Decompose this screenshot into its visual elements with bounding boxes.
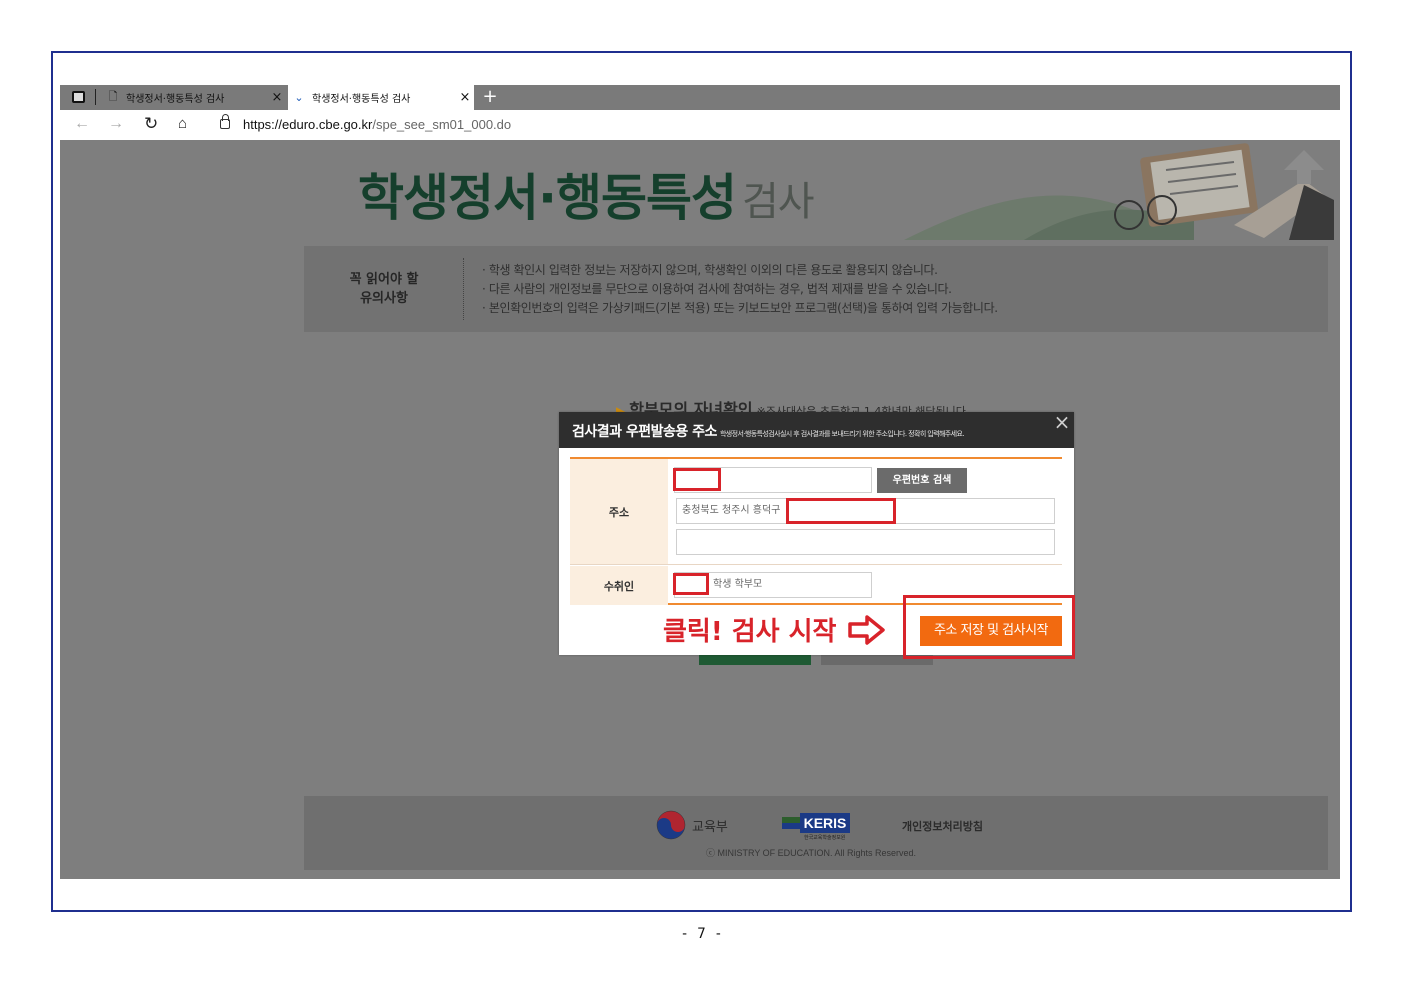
zip-search-button[interactable]: 우편번호 검색 <box>877 468 967 493</box>
modal-subtitle: 학생정서·행동특성검사실시 후 검사결과를 보내드리기 위한 주소입니다. 정확… <box>719 430 965 438</box>
privacy-policy-link[interactable]: 개인정보처리방침 <box>902 818 983 834</box>
click-start-annotation: 클릭! 검사 시작 <box>663 617 837 647</box>
browser-tabstrip: 🗋 학생정서·행동특성 검사 × ⌄ 학생정서·행동특성 검사 × + <box>60 85 1340 110</box>
tab-title: 학생정서·행동특성 검사 <box>126 94 225 105</box>
moe-label: 교육부 <box>692 819 728 835</box>
reload-icon[interactable]: ↻ <box>144 115 158 133</box>
redaction-box-address <box>786 498 896 524</box>
bird-favicon-icon: ⌄ <box>294 91 304 104</box>
keris-flag-icon <box>782 817 802 829</box>
document-icon: 🗋 <box>108 90 118 103</box>
url-path: /spe_see_sm01_000.do <box>372 117 512 132</box>
modal-title: 검사결과 우편발송용 주소 학생정서·행동특성검사실시 후 검사결과를 보내드리기… <box>572 421 965 441</box>
browser-tab-2[interactable]: ⌄ 학생정서·행동특성 검사 × <box>288 85 474 110</box>
page-footer: 교육부 KERIS 한국교육학술정보원 개인정보처리방침 ⓒ MINISTRY … <box>304 796 1328 870</box>
notice-item: · 본인확인번호의 입력은 가상키패드(기본 적용) 또는 키보드보안 프로그램… <box>482 301 998 315</box>
taegeuk-logo-icon <box>656 810 686 840</box>
url-field[interactable]: https://eduro.cbe.go.kr/spe_see_sm01_000… <box>243 117 511 132</box>
browser-tab-1[interactable]: 🗋 학생정서·행동특성 검사 × <box>102 85 286 110</box>
right-arrow-icon <box>848 615 885 645</box>
button-highlight-box <box>903 595 1075 659</box>
redaction-box-zip <box>673 468 721 491</box>
close-icon[interactable]: × <box>1053 412 1071 432</box>
page-title-bold: 학생정서·행동특성 <box>358 169 737 227</box>
redaction-box-recipient <box>673 573 709 595</box>
address-line2-input[interactable] <box>676 529 1055 555</box>
page-title: 학생정서·행동특성 검사 <box>358 158 815 230</box>
browser-addressbar: ← → ↻ ⌂ https://eduro.cbe.go.kr/spe_see_… <box>60 110 1340 140</box>
page-header: 학생정서·행동특성 검사 <box>304 140 1334 240</box>
clipboard-illustration-icon <box>904 143 1334 240</box>
modal-header: 검사결과 우편발송용 주소 학생정서·행동특성검사실시 후 검사결과를 보내드리기… <box>559 412 1074 448</box>
keris-label: KERIS <box>800 813 850 833</box>
lock-icon[interactable] <box>220 114 230 129</box>
moe-logo[interactable]: 교육부 <box>656 810 728 840</box>
notice-list: · 학생 확인시 입력한 정보는 저장하지 않으며, 학생확인 이외의 다른 용… <box>482 261 998 318</box>
copyright-text: ⓒ MINISTRY OF EDUCATION. All Rights Rese… <box>706 848 917 858</box>
forward-icon[interactable]: → <box>108 115 124 133</box>
modal-title-text: 검사결과 우편발송용 주소 <box>572 424 717 440</box>
page-title-light: 검사 <box>742 179 815 225</box>
notice-heading-line1: 꼭 읽어야 할 <box>349 272 419 287</box>
tab-title: 학생정서·행동특성 검사 <box>312 94 411 105</box>
keris-sublabel: 한국교육학술정보원 <box>804 835 846 841</box>
notice-divider <box>463 258 464 320</box>
page-number: - 7 - <box>680 926 723 942</box>
notice-item: · 학생 확인시 입력한 정보는 저장하지 않으며, 학생확인 이외의 다른 용… <box>482 263 938 277</box>
back-icon[interactable]: ← <box>74 115 90 133</box>
notice-heading: 꼭 읽어야 할 유의사항 <box>304 246 464 332</box>
home-icon[interactable]: ⌂ <box>178 115 187 133</box>
notice-heading-line2: 유의사항 <box>360 291 408 306</box>
tab-actions-icon[interactable] <box>72 91 85 103</box>
url-host: https://eduro.cbe.go.kr <box>243 117 373 132</box>
new-tab-button[interactable]: + <box>480 85 500 110</box>
keris-logo[interactable]: KERIS 한국교육학술정보원 <box>782 811 860 845</box>
address-label: 주소 <box>570 459 668 564</box>
tab-separator <box>95 89 96 105</box>
notice-box: 꼭 읽어야 할 유의사항 · 학생 확인시 입력한 정보는 저장하지 않으며, … <box>304 246 1328 332</box>
recipient-value: 학생 학부모 <box>713 579 763 590</box>
close-tab-icon[interactable]: × <box>456 90 474 105</box>
recipient-label: 수취인 <box>570 566 668 605</box>
notice-item: · 다른 사람의 개인정보를 무단으로 이용하여 검사에 참여하는 경우, 법적… <box>482 282 952 296</box>
close-tab-icon[interactable]: × <box>268 90 286 105</box>
address-form: 주소 우편번호 검색 충청북도 청주시 흥덕구 수취인 학생 학부모 <box>570 457 1062 605</box>
